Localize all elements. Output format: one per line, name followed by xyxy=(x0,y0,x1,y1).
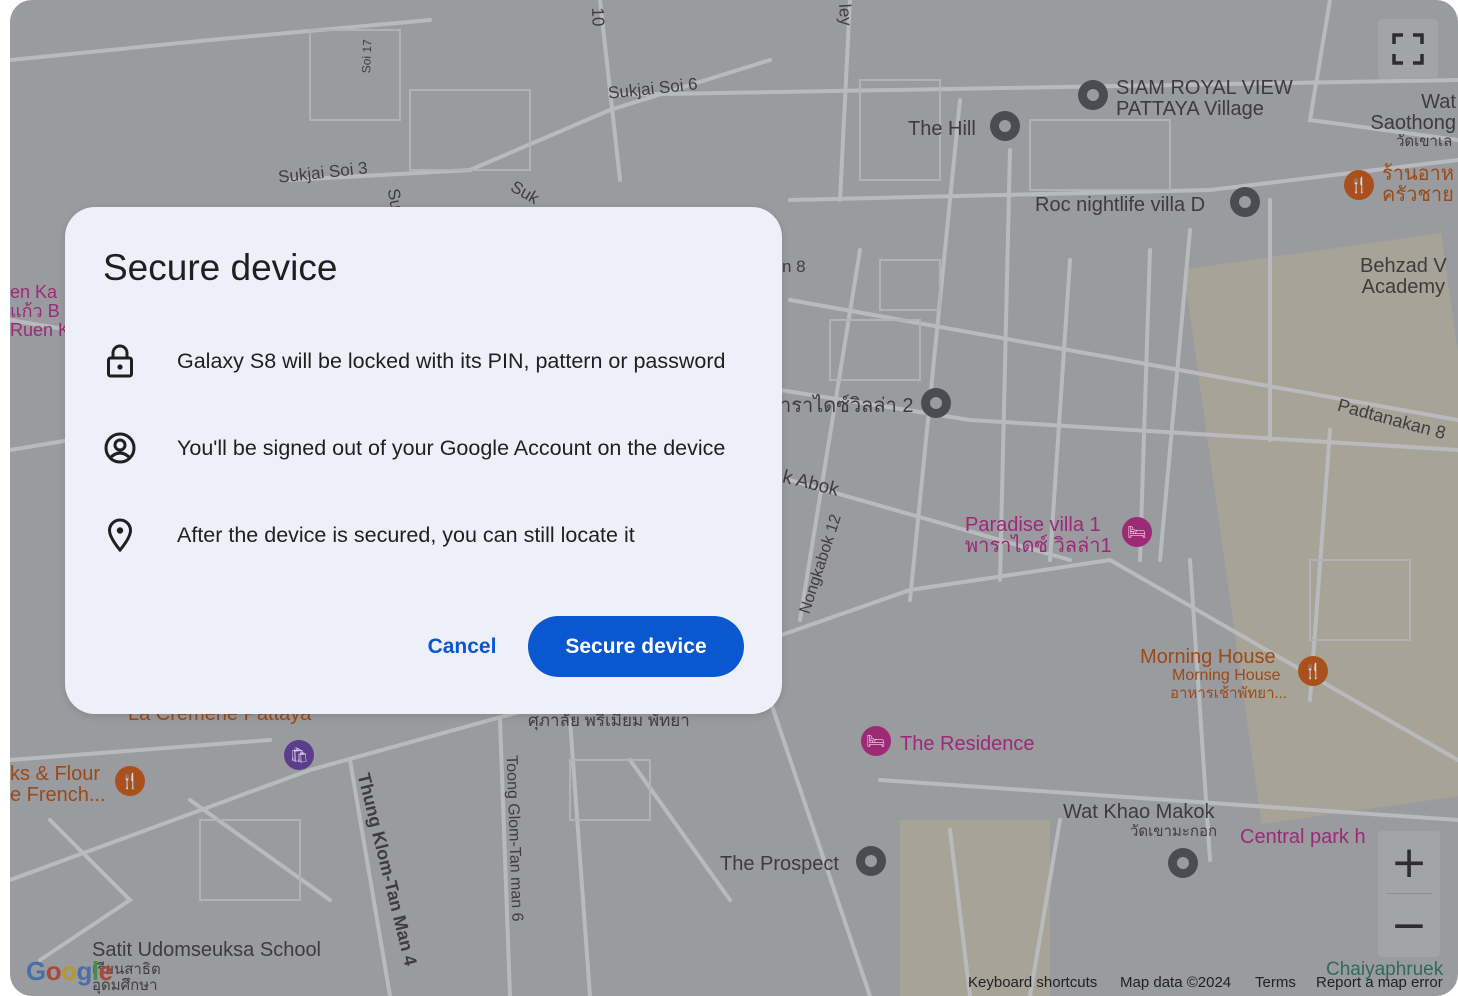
restaurant-icon[interactable]: 🍴 xyxy=(1344,170,1374,200)
place-label-wat-saothong-th: วัดเขาเล xyxy=(1396,133,1453,150)
place-pin-icon[interactable] xyxy=(856,846,886,876)
dialog-title: Secure device xyxy=(103,247,338,288)
location-pin-icon xyxy=(103,515,137,555)
secure-device-dialog: Secure device Galaxy S8 will be locked w… xyxy=(65,207,782,714)
report-map-error-link[interactable]: Report a map error xyxy=(1316,974,1443,991)
place-label-paradise-villa-1-th: พาราไดซ์ วิลล่า1 xyxy=(965,535,1112,557)
place-label-flour-french: ks & Flour e French... xyxy=(10,763,106,806)
street-label-soi17: Soi 17 xyxy=(359,39,375,74)
restaurant-icon[interactable]: 🍴 xyxy=(1298,656,1328,686)
lock-icon xyxy=(103,341,137,381)
zoom-control: + − xyxy=(1378,831,1440,957)
place-label-morning-house-th: อาหารเช้าพัทยา... xyxy=(1170,685,1288,702)
dialog-item-text: You'll be signed out of your Google Acco… xyxy=(177,435,726,460)
dialog-item-location: After the device is secured, you can sti… xyxy=(103,515,635,555)
place-pin-icon[interactable] xyxy=(1078,80,1108,110)
dialog-item-text: After the device is secured, you can sti… xyxy=(177,522,635,547)
place-label-behzad: Behzad V Academy xyxy=(1360,255,1447,298)
place-label-morning-house-sub: Morning House xyxy=(1172,667,1281,684)
street-label-10: 10 xyxy=(588,7,608,27)
place-pin-icon[interactable] xyxy=(921,388,951,418)
place-label-morning-house: Morning House xyxy=(1140,646,1276,668)
street-label-n8: n 8 xyxy=(782,257,806,276)
place-label-left-edge: en Ka แก้ว B Ruen K xyxy=(10,282,70,340)
place-label-wat-khao-makok: Wat Khao Makok xyxy=(1063,801,1215,823)
street-label-ley: ley xyxy=(835,3,856,27)
place-label-central-park: Central park h xyxy=(1240,826,1366,848)
zoom-in-button[interactable]: + xyxy=(1378,831,1440,894)
cancel-button[interactable]: Cancel xyxy=(413,617,511,677)
terms-link[interactable]: Terms xyxy=(1255,974,1296,991)
place-label-satit-school: Satit Udomseuksa School xyxy=(92,939,322,961)
temple-icon[interactable] xyxy=(1168,848,1198,878)
place-label-the-prospect: The Prospect xyxy=(720,853,839,875)
place-label-roc-nightlife: Roc nightlife villa D xyxy=(1035,194,1206,216)
hotel-icon[interactable]: 🛏 xyxy=(1122,517,1152,547)
place-pin-icon[interactable] xyxy=(990,111,1020,141)
place-label-the-residence: The Residence xyxy=(900,733,1035,755)
place-label-restaurant-th: ร้านอาห ครัวชาย xyxy=(1382,163,1455,206)
dialog-item-lock: Galaxy S8 will be locked with its PIN, p… xyxy=(103,341,725,381)
restaurant-icon[interactable]: 🍴 xyxy=(115,766,145,796)
map-data-text: Map data ©2024 xyxy=(1120,974,1232,991)
shopping-icon[interactable]: 🛍 xyxy=(284,740,314,770)
google-logo: Google xyxy=(26,956,113,986)
dialog-item-account: You'll be signed out of your Google Acco… xyxy=(103,428,725,468)
account-circle-icon xyxy=(103,428,137,468)
zoom-out-button[interactable]: − xyxy=(1378,894,1440,957)
place-label-siam-royal: SIAM ROYAL VIEW PATTAYA Village xyxy=(1116,77,1293,120)
hotel-icon[interactable]: 🛏 xyxy=(861,726,891,756)
fullscreen-icon xyxy=(1392,33,1424,65)
place-label-school-th: ศุภาลัย พรีเมี่ยม พัทยา xyxy=(528,711,690,730)
place-label-wat-khao-makok-th: วัดเขามะกอก xyxy=(1130,823,1218,840)
keyboard-shortcuts-link[interactable]: Keyboard shortcuts xyxy=(968,974,1097,991)
place-label-the-hill: The Hill xyxy=(908,118,976,140)
dialog-item-text: Galaxy S8 will be locked with its PIN, p… xyxy=(177,348,726,373)
secure-device-button[interactable]: Secure device xyxy=(528,616,744,677)
fullscreen-button[interactable] xyxy=(1378,19,1438,79)
place-label-wat-saothong: Wat Saothong xyxy=(1370,91,1456,134)
place-pin-icon[interactable] xyxy=(1230,187,1260,217)
zoom-divider xyxy=(1386,893,1432,894)
place-label-paradise-villa-2-th: าราไดซ์วิลล่า 2 xyxy=(780,395,914,417)
place-label-paradise-villa-1: Paradise villa 1 xyxy=(965,514,1101,536)
